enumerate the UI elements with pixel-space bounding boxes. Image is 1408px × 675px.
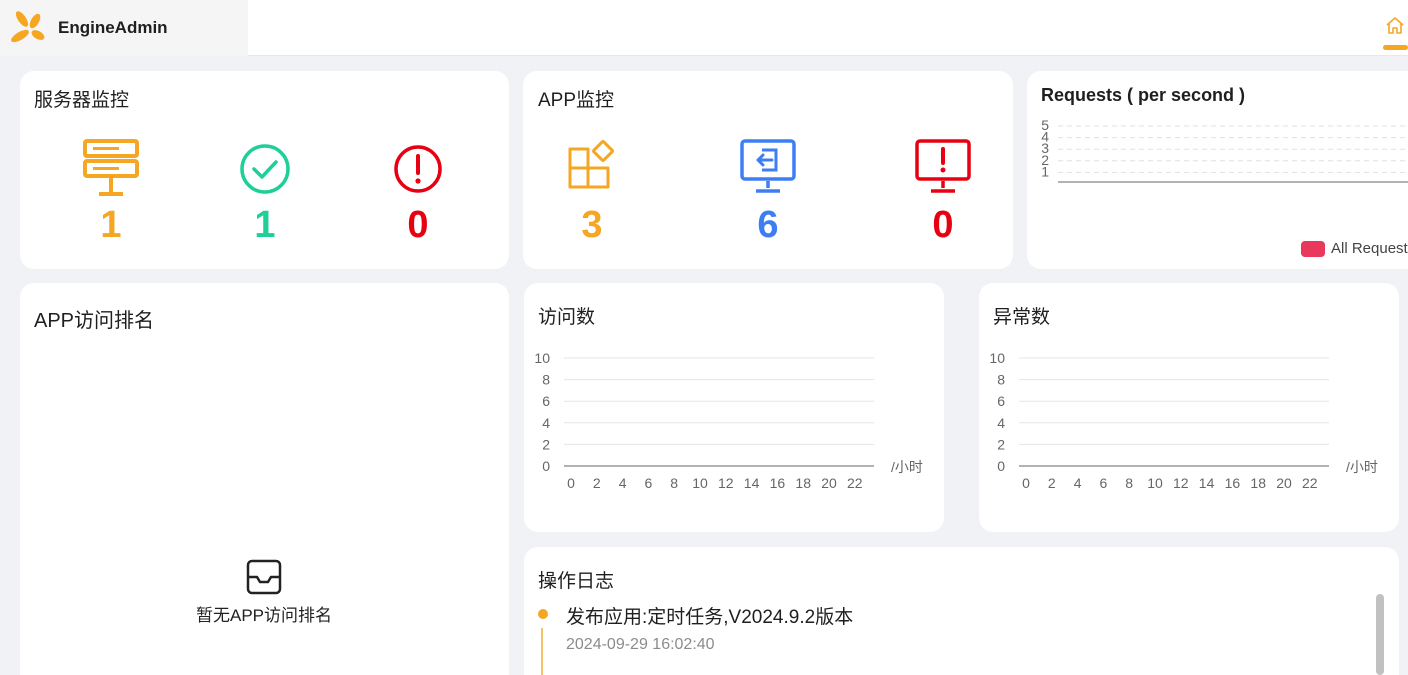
apps-icon (568, 140, 614, 189)
visits-x-tick-label: 4 (619, 475, 627, 491)
app-total-stat[interactable]: 3 (552, 137, 632, 247)
visits-chart: 0 2 4 6 8 10 0 2 4 6 8 10 12 14 16 18 20 22 (534, 350, 874, 491)
check-circle-icon (240, 144, 290, 194)
visits-x-tick-label: 20 (821, 475, 837, 491)
app-monitor-card: APP监控 3 6 0 (523, 71, 1013, 269)
errors-x-tick-label: 22 (1302, 475, 1318, 491)
errors-y-tick-label: 6 (997, 393, 1005, 409)
visits-x-tick-label: 10 (692, 475, 708, 491)
visits-x-tick-label: 14 (744, 475, 760, 491)
visits-x-tick-label: 12 (718, 475, 734, 491)
monitor-alert-icon (915, 139, 971, 193)
app-alert-stat[interactable]: 0 (903, 137, 983, 247)
requests-legend[interactable]: All Request (1301, 240, 1408, 257)
requests-y-tick-label: 5 (1041, 117, 1049, 133)
errors-x-tick-label: 12 (1173, 475, 1189, 491)
log-timeline-line (541, 628, 543, 675)
errors-x-tick-label: 16 (1225, 475, 1241, 491)
visits-x-tick-label: 6 (645, 475, 653, 491)
requests-title: Requests ( per second ) (1041, 85, 1246, 105)
log-item-time: 2024-09-29 16:02:40 (566, 636, 715, 653)
visits-x-tick-label: 18 (795, 475, 811, 491)
app-ranking-title: APP访问排名 (34, 310, 155, 332)
errors-x-tick-label: 18 (1250, 475, 1266, 491)
app-total-count: 3 (581, 204, 603, 246)
server-alert-stat[interactable]: 0 (378, 137, 458, 247)
errors-x-tick-label: 2 (1048, 475, 1056, 491)
server-alert-count: 0 (407, 204, 429, 246)
visits-unit: /小时 (891, 459, 923, 475)
log-timeline-dot (538, 609, 548, 619)
tab-home[interactable] (1383, 14, 1408, 50)
errors-x-tick-label: 20 (1276, 475, 1292, 491)
errors-x-tick-label: 10 (1147, 475, 1163, 491)
app-online-count: 6 (757, 204, 779, 246)
visits-x-tick-label: 0 (567, 475, 575, 491)
empty-state: 暂无APP访问排名 (20, 559, 508, 626)
errors-x-tick-label: 4 (1074, 475, 1082, 491)
visits-y-tick-label: 0 (542, 458, 550, 474)
errors-unit: /小时 (1346, 459, 1378, 475)
active-tab-indicator (1383, 45, 1408, 50)
inbox-icon (246, 559, 282, 595)
app-name: EngineAdmin (58, 18, 168, 37)
visits-x-tick-label: 2 (593, 475, 601, 491)
app-monitor-title: APP监控 (538, 90, 615, 111)
visits-y-tick-label: 2 (542, 436, 550, 452)
server-total-count: 1 (100, 204, 122, 246)
app-online-stat[interactable]: 6 (728, 137, 808, 247)
visits-x-tick-label: 22 (847, 475, 863, 491)
errors-y-tick-label: 10 (989, 350, 1005, 366)
errors-title: 异常数 (993, 307, 1051, 328)
errors-x-tick-label: 14 (1199, 475, 1215, 491)
alert-circle-icon (394, 145, 442, 193)
brand-logo-icon (11, 11, 45, 43)
visits-x-tick-label: 16 (770, 475, 786, 491)
op-log-title: 操作日志 (538, 571, 615, 592)
brand[interactable]: EngineAdmin (0, 0, 248, 56)
visits-title: 访问数 (538, 307, 596, 328)
errors-y-tick-label: 8 (997, 372, 1005, 388)
home-icon (1386, 17, 1404, 34)
app-alert-count: 0 (932, 204, 954, 246)
server-online-stat[interactable]: 1 (225, 137, 305, 247)
server-icon (83, 139, 139, 196)
server-monitor-card: 服务器监控 1 1 0 (20, 71, 509, 269)
errors-y-tick-label: 0 (997, 458, 1005, 474)
monitor-login-icon (740, 139, 796, 193)
requests-chart: 12345 (1041, 117, 1408, 183)
errors-x-tick-label: 0 (1022, 475, 1030, 491)
legend-swatch (1301, 240, 1325, 257)
server-total-stat[interactable]: 1 (71, 137, 151, 247)
top-header: EngineAdmin (0, 0, 1408, 56)
legend-label: All Request (1331, 240, 1408, 257)
log-item-text[interactable]: 发布应用:定时任务,V2024.9.2版本 (566, 602, 853, 629)
visits-x-tick-label: 8 (670, 475, 678, 491)
errors-x-tick-label: 8 (1125, 475, 1133, 491)
visits-y-tick-label: 4 (542, 415, 550, 431)
errors-y-tick-label: 2 (997, 436, 1005, 452)
app-ranking-card: APP访问排名 暂无APP访问排名 (20, 283, 509, 675)
visits-y-tick-label: 10 (534, 350, 550, 366)
empty-text: 暂无APP访问排名 (195, 606, 333, 625)
errors-y-tick-label: 4 (997, 415, 1005, 431)
errors-x-tick-label: 6 (1100, 475, 1108, 491)
visits-y-tick-label: 6 (542, 393, 550, 409)
visits-y-tick-label: 8 (542, 372, 550, 388)
log-scrollbar[interactable] (1376, 594, 1384, 675)
server-online-count: 1 (254, 204, 276, 246)
errors-chart: 0 2 4 6 8 10 0 2 4 6 8 10 12 14 16 18 20 22 (989, 350, 1329, 491)
server-monitor-title: 服务器监控 (34, 90, 130, 111)
